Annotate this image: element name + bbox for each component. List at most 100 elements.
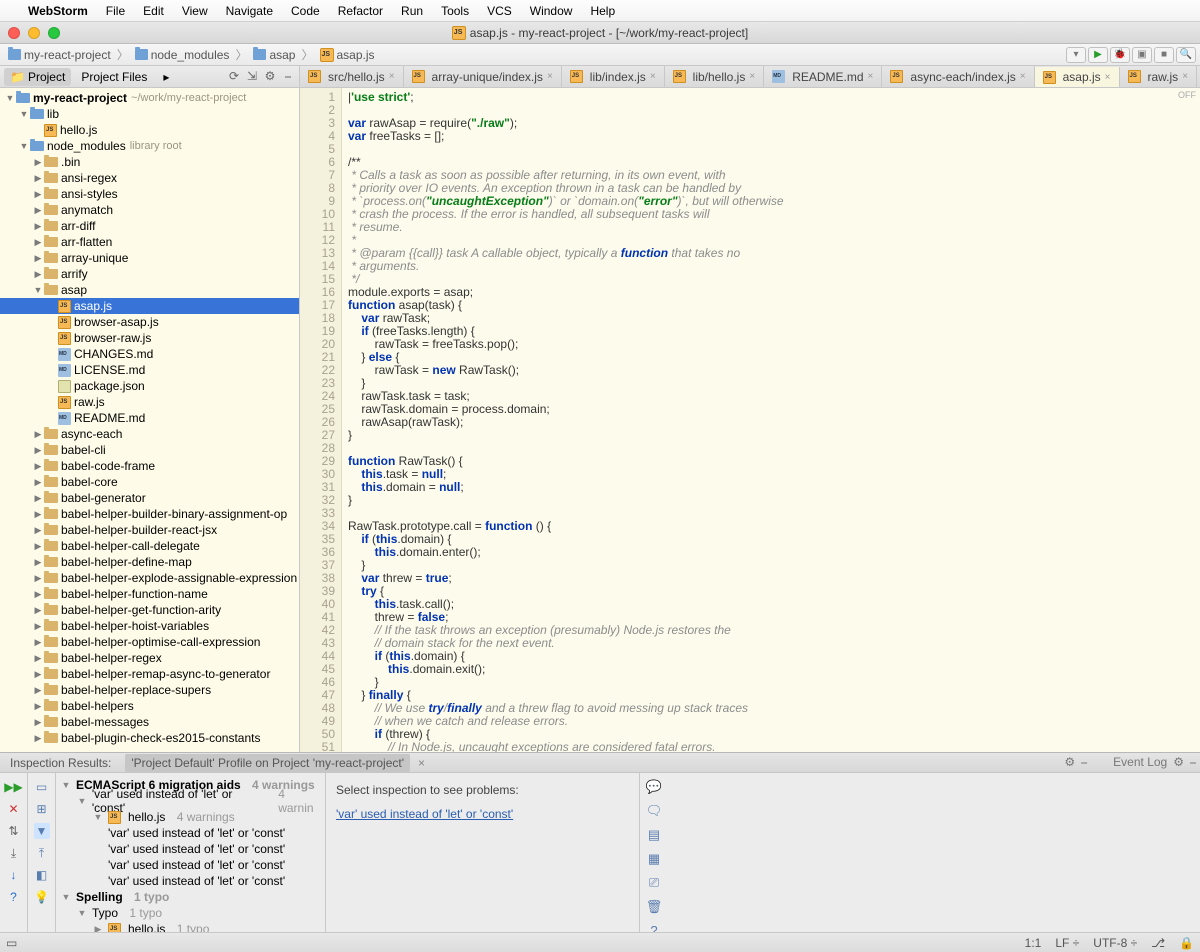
search-everywhere-button[interactable]: 🔍 [1176, 47, 1196, 63]
clear-icon[interactable]: ⎚ [645, 875, 663, 891]
git-branch[interactable]: ⎇ [1151, 936, 1165, 950]
tree-item[interactable]: ▶arr-diff [0, 218, 299, 234]
inspection-detail-link[interactable]: 'var' used instead of 'let' or 'const' [336, 807, 513, 821]
group-icon[interactable]: ▭ [34, 779, 50, 795]
tree-item[interactable]: ▶arr-flatten [0, 234, 299, 250]
tree-item[interactable]: ▶babel-helper-function-name [0, 586, 299, 602]
tree-item[interactable]: ▶async-each [0, 426, 299, 442]
autoscroll-icon[interactable]: ⟳ [227, 69, 241, 84]
breadcrumb-item[interactable]: asap.js [316, 48, 379, 62]
tree-item[interactable]: ▶babel-helper-get-function-arity [0, 602, 299, 618]
close-tab-icon[interactable]: × [650, 71, 656, 82]
tree-item[interactable]: ▶anymatch [0, 202, 299, 218]
editor-tab[interactable]: lib/hello.js× [665, 66, 765, 87]
stop-button[interactable]: ■ [1154, 47, 1174, 63]
tree-item[interactable]: ▶babel-helper-remap-async-to-generator [0, 666, 299, 682]
editor-tab[interactable]: asap.js× [1035, 67, 1120, 88]
project-tree[interactable]: ▼my-react-project~/work/my-react-project… [0, 88, 299, 752]
filter-icon[interactable]: ⇅ [6, 823, 22, 839]
run-button[interactable]: ▶ [1088, 47, 1108, 63]
editor-tab[interactable]: lib/index.js× [562, 66, 665, 87]
hide-icon[interactable]: ⎯ [1081, 755, 1087, 770]
hide-icon[interactable]: ⎯ [1190, 755, 1196, 770]
close-tab-icon[interactable]: × [389, 71, 395, 82]
editor-tab[interactable]: array-unique/index.js× [404, 66, 562, 87]
menu-view[interactable]: View [182, 4, 208, 18]
tree-item[interactable]: ▶babel-helper-builder-react-jsx [0, 522, 299, 538]
close-tab-icon[interactable]: × [1182, 71, 1188, 82]
menu-file[interactable]: File [106, 4, 125, 18]
file-encoding[interactable]: UTF-8 ÷ [1093, 936, 1137, 950]
editor-tab[interactable]: raw.js× [1120, 66, 1198, 87]
inspection-profile-tab[interactable]: 'Project Default' Profile on Project 'my… [125, 754, 410, 772]
autoscroll-icon[interactable]: ⤒ [34, 845, 50, 861]
tab-more[interactable]: ▸ [157, 68, 175, 86]
tree-item[interactable]: ▶babel-helper-regex [0, 650, 299, 666]
mark-read-icon[interactable]: ▤ [645, 827, 663, 843]
app-menu[interactable]: WebStorm [28, 4, 88, 18]
tree-item[interactable]: hello.js [0, 122, 299, 138]
tree-item[interactable]: README.md [0, 410, 299, 426]
tree-item[interactable]: ▼node_moduleslibrary root [0, 138, 299, 154]
status-progress-icon[interactable]: ▭ [6, 936, 17, 950]
tree-item[interactable]: ▶babel-helper-explode-assignable-express… [0, 570, 299, 586]
help-icon[interactable]: ? [6, 889, 22, 905]
tree-item[interactable]: ▶babel-helper-hoist-variables [0, 618, 299, 634]
editor-content[interactable]: |'use strict'; var rawAsap = require("./… [342, 88, 1200, 752]
menu-edit[interactable]: Edit [143, 4, 164, 18]
diff-icon[interactable]: ◧ [34, 867, 50, 883]
tree-item[interactable]: ▶array-unique [0, 250, 299, 266]
editor-tab[interactable]: README.md× [764, 66, 882, 87]
tree-item[interactable]: ▶babel-helper-optimise-call-expression [0, 634, 299, 650]
tree-item[interactable]: ▶babel-messages [0, 714, 299, 730]
tree-item[interactable]: ▼lib [0, 106, 299, 122]
tree-item[interactable]: ▼my-react-project~/work/my-react-project [0, 90, 299, 106]
tree-item[interactable]: LICENSE.md [0, 362, 299, 378]
rerun-icon[interactable]: ▶▶ [6, 779, 22, 795]
tree-item[interactable]: ▶babel-helper-define-map [0, 554, 299, 570]
gear-icon[interactable]: ⚙ [1064, 755, 1075, 770]
menu-help[interactable]: Help [590, 4, 615, 18]
debug-button[interactable]: 🐞 [1110, 47, 1130, 63]
export-icon[interactable]: ⤓ [6, 845, 22, 861]
tree-item[interactable]: ▶babel-helper-builder-binary-assignment-… [0, 506, 299, 522]
line-ending[interactable]: LF ÷ [1055, 936, 1079, 950]
tree-item[interactable]: ▶babel-code-frame [0, 458, 299, 474]
close-tab-icon[interactable]: × [547, 71, 553, 82]
tab-project[interactable]: 📁Project [4, 68, 71, 86]
close-icon[interactable]: × [418, 756, 425, 770]
hide-icon[interactable]: ⎯ [281, 69, 295, 84]
tree-item[interactable]: ▶babel-helpers [0, 698, 299, 714]
breadcrumb-item[interactable]: my-react-project [4, 48, 115, 62]
code-editor[interactable]: OFF 123456789101112131415161718192021222… [300, 88, 1200, 752]
collapse-all-icon[interactable]: ⇲ [245, 69, 259, 84]
tree-item[interactable]: ▶babel-helper-replace-supers [0, 682, 299, 698]
tree-item[interactable]: package.json [0, 378, 299, 394]
lightbulb-icon[interactable]: 💡 [34, 889, 50, 905]
inspection-off-indicator[interactable]: OFF [1178, 90, 1196, 100]
breadcrumb-item[interactable]: node_modules [131, 48, 234, 62]
tree-item[interactable]: ▶ansi-regex [0, 170, 299, 186]
tree-item[interactable]: ▶babel-cli [0, 442, 299, 458]
trash-icon[interactable]: 🗑 [645, 899, 663, 915]
tree-item[interactable]: ▶babel-generator [0, 490, 299, 506]
event-log-label[interactable]: Event Log [1093, 755, 1167, 770]
gear-icon[interactable]: ⚙ [1173, 755, 1184, 770]
close-tab-icon[interactable]: × [749, 71, 755, 82]
gear-icon[interactable]: ⚙ [263, 69, 277, 84]
close-tab-icon[interactable]: × [1105, 72, 1111, 83]
list-icon[interactable]: ▦ [645, 851, 663, 867]
menu-vcs[interactable]: VCS [487, 4, 512, 18]
editor-tab[interactable]: async-each/index.js× [882, 66, 1034, 87]
tree-item[interactable]: ▶arrify [0, 266, 299, 282]
menu-refactor[interactable]: Refactor [338, 4, 383, 18]
funnel-icon[interactable]: ▼ [34, 823, 50, 839]
tree-item[interactable]: ▶babel-core [0, 474, 299, 490]
tree-item[interactable]: browser-raw.js [0, 330, 299, 346]
settings-icon[interactable]: 🗨 [645, 803, 663, 819]
close-icon[interactable]: ✕ [6, 801, 22, 817]
breadcrumb-item[interactable]: asap [249, 48, 299, 62]
menu-navigate[interactable]: Navigate [226, 4, 273, 18]
next-icon[interactable]: ↓ [6, 867, 22, 883]
tree-item[interactable]: ▶babel-helper-call-delegate [0, 538, 299, 554]
